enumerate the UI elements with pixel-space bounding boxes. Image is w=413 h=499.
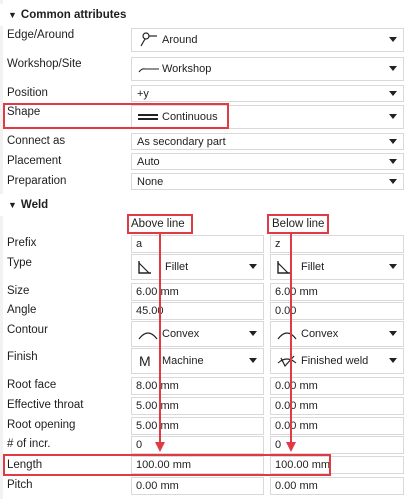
- below-arrowhead: [286, 442, 296, 452]
- above-arrowhead: [155, 442, 165, 452]
- annotation-arrows: [155, 234, 296, 452]
